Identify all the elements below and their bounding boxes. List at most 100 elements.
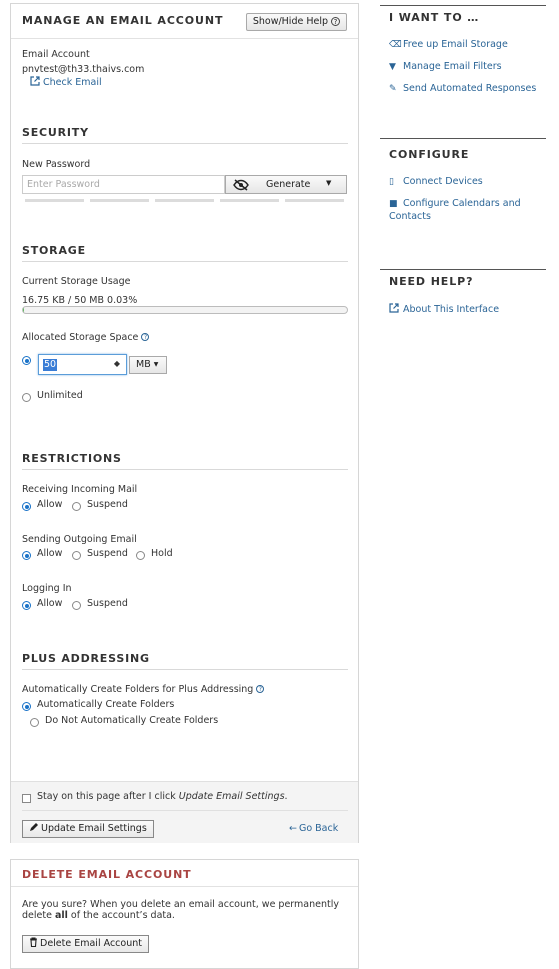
unit-label: MB [136,359,151,370]
usage-text: 16.75 KB / 50 MB 0.03% [22,295,137,306]
password-strength-segment [220,199,279,202]
no-auto-create-folders-label: Do Not Automatically Create Folders [45,715,218,726]
storage-quota-input[interactable]: 50◆ [38,354,127,375]
automated-responses-link[interactable]: ✎Send Automated Responses [389,83,536,94]
configure-calendars-link-line2[interactable]: Contacts [389,211,431,222]
incoming-suspend-label: Suspend [87,499,128,510]
incoming-allow-radio[interactable] [22,502,31,511]
login-allow-label: Allow [37,598,62,609]
unlimited-label: Unlimited [37,390,83,401]
outgoing-suspend-radio[interactable] [72,551,81,560]
delete-account-panel: DELETE EMAIL ACCOUNT Are you sure? When … [10,859,359,969]
check-email-link[interactable]: Check Email [30,76,102,88]
about-interface-label: About This Interface [403,304,499,315]
outgoing-mail-label: Sending Outgoing Email [22,534,137,545]
panel-header: MANAGE AN EMAIL ACCOUNT Show/Hide Help? [11,4,358,39]
login-allow-radio[interactable] [22,601,31,610]
help-button-label: Show/Hide Help [253,16,328,27]
configure-calendars-label-2: Contacts [389,211,431,222]
manage-filters-label: Manage Email Filters [403,61,502,72]
configure-rule [380,138,546,139]
check-email-label: Check Email [43,77,102,88]
manage-email-panel: MANAGE AN EMAIL ACCOUNT Show/Hide Help? … [10,3,359,843]
outgoing-suspend-label: Suspend [87,548,128,559]
help-circle-icon: ? [331,17,340,26]
eraser-icon: ⌫ [389,40,400,50]
outgoing-hold-label: Hold [151,548,173,559]
outgoing-allow-radio[interactable] [22,551,31,560]
go-back-link[interactable]: ←Go Back [289,823,338,834]
incoming-allow-label: Allow [37,499,62,510]
generate-password-button[interactable]: Generate ▼ [225,175,347,194]
outgoing-hold-radio[interactable] [136,551,145,560]
show-hide-help-button[interactable]: Show/Hide Help? [246,13,347,31]
delete-divider [11,886,358,887]
delete-warning-post: of the account’s data. [68,910,175,921]
incoming-mail-label: Receiving Incoming Mail [22,484,137,495]
update-email-settings-button[interactable]: Update Email Settings [22,820,154,838]
storage-title: STORAGE [22,244,86,257]
logging-in-label: Logging In [22,583,72,594]
footer-divider [22,810,348,811]
magic-wand-icon: ✎ [389,84,400,94]
current-usage-label: Current Storage Usage [22,276,131,287]
eye-slash-icon[interactable] [233,179,249,191]
no-auto-create-folders-radio[interactable] [30,718,39,727]
filter-icon: ▼ [389,62,400,72]
unlimited-radio[interactable] [22,393,31,402]
security-divider [22,143,348,144]
delete-email-account-button[interactable]: Delete Email Account [22,935,149,953]
external-link-icon [389,303,399,313]
connect-devices-link[interactable]: ▯Connect Devices [389,176,483,187]
manage-filters-link[interactable]: ▼Manage Email Filters [389,61,502,72]
allocated-storage-label: Allocated Storage Space? [22,332,149,343]
allocated-radio[interactable] [22,356,31,365]
caret-down-icon[interactable]: ▼ [326,179,331,187]
spinner-arrows-icon[interactable]: ◆ [114,359,120,368]
need-help-rule [380,269,546,270]
free-up-storage-link[interactable]: ⌫Free up Email Storage [389,39,508,50]
delete-warning-bold: all [55,910,68,921]
new-password-label: New Password [22,159,90,170]
password-strength-segment [155,199,214,202]
login-suspend-radio[interactable] [72,601,81,610]
configure-calendars-label-1: Configure Calendars and [403,198,521,209]
stay-italic: Update Email Settings [179,791,285,802]
help-circle-icon[interactable]: ? [141,333,149,341]
delete-warning-pre: delete [22,910,55,921]
external-link-icon [30,76,40,86]
auto-create-folders-radio[interactable] [22,702,31,711]
address-book-icon: ■ [389,199,400,209]
page-title: MANAGE AN EMAIL ACCOUNT [22,14,223,27]
arrow-left-icon: ← [289,823,297,834]
configure-title: CONFIGURE [389,148,469,161]
generate-label: Generate [266,179,310,190]
password-input[interactable] [22,175,225,194]
stay-on-page-checkbox[interactable] [22,794,31,803]
update-button-label: Update Email Settings [41,823,147,834]
free-up-storage-label: Free up Email Storage [403,39,508,50]
stay-on-page-label: Stay on this page after I click Update E… [37,791,288,802]
help-circle-icon[interactable]: ? [256,685,264,693]
delete-warning-line1: Are you sure? When you delete an email a… [22,899,339,910]
about-interface-link[interactable]: About This Interface [389,303,499,315]
automated-responses-label: Send Automated Responses [403,83,536,94]
security-title: SECURITY [22,126,89,139]
delete-warning-line2: delete all of the account’s data. [22,910,175,921]
delete-button-label: Delete Email Account [40,938,142,949]
password-strength-segment [25,199,84,202]
plus-addressing-title: PLUS ADDRESSING [22,652,150,665]
unit-dropdown[interactable]: MB▼ [129,356,167,374]
password-strength-segment [90,199,149,202]
need-help-title: NEED HELP? [389,275,473,288]
go-back-label: Go Back [299,823,338,834]
plus-addressing-divider [22,669,348,670]
delete-title: DELETE EMAIL ACCOUNT [22,868,192,881]
storage-progress-bar [22,306,348,314]
trash-icon [29,937,38,947]
form-footer: Stay on this page after I click Update E… [11,781,358,843]
restrictions-divider [22,469,348,470]
configure-calendars-link[interactable]: ■Configure Calendars and [389,198,521,209]
incoming-suspend-radio[interactable] [72,502,81,511]
caret-down-icon: ▼ [154,361,159,368]
